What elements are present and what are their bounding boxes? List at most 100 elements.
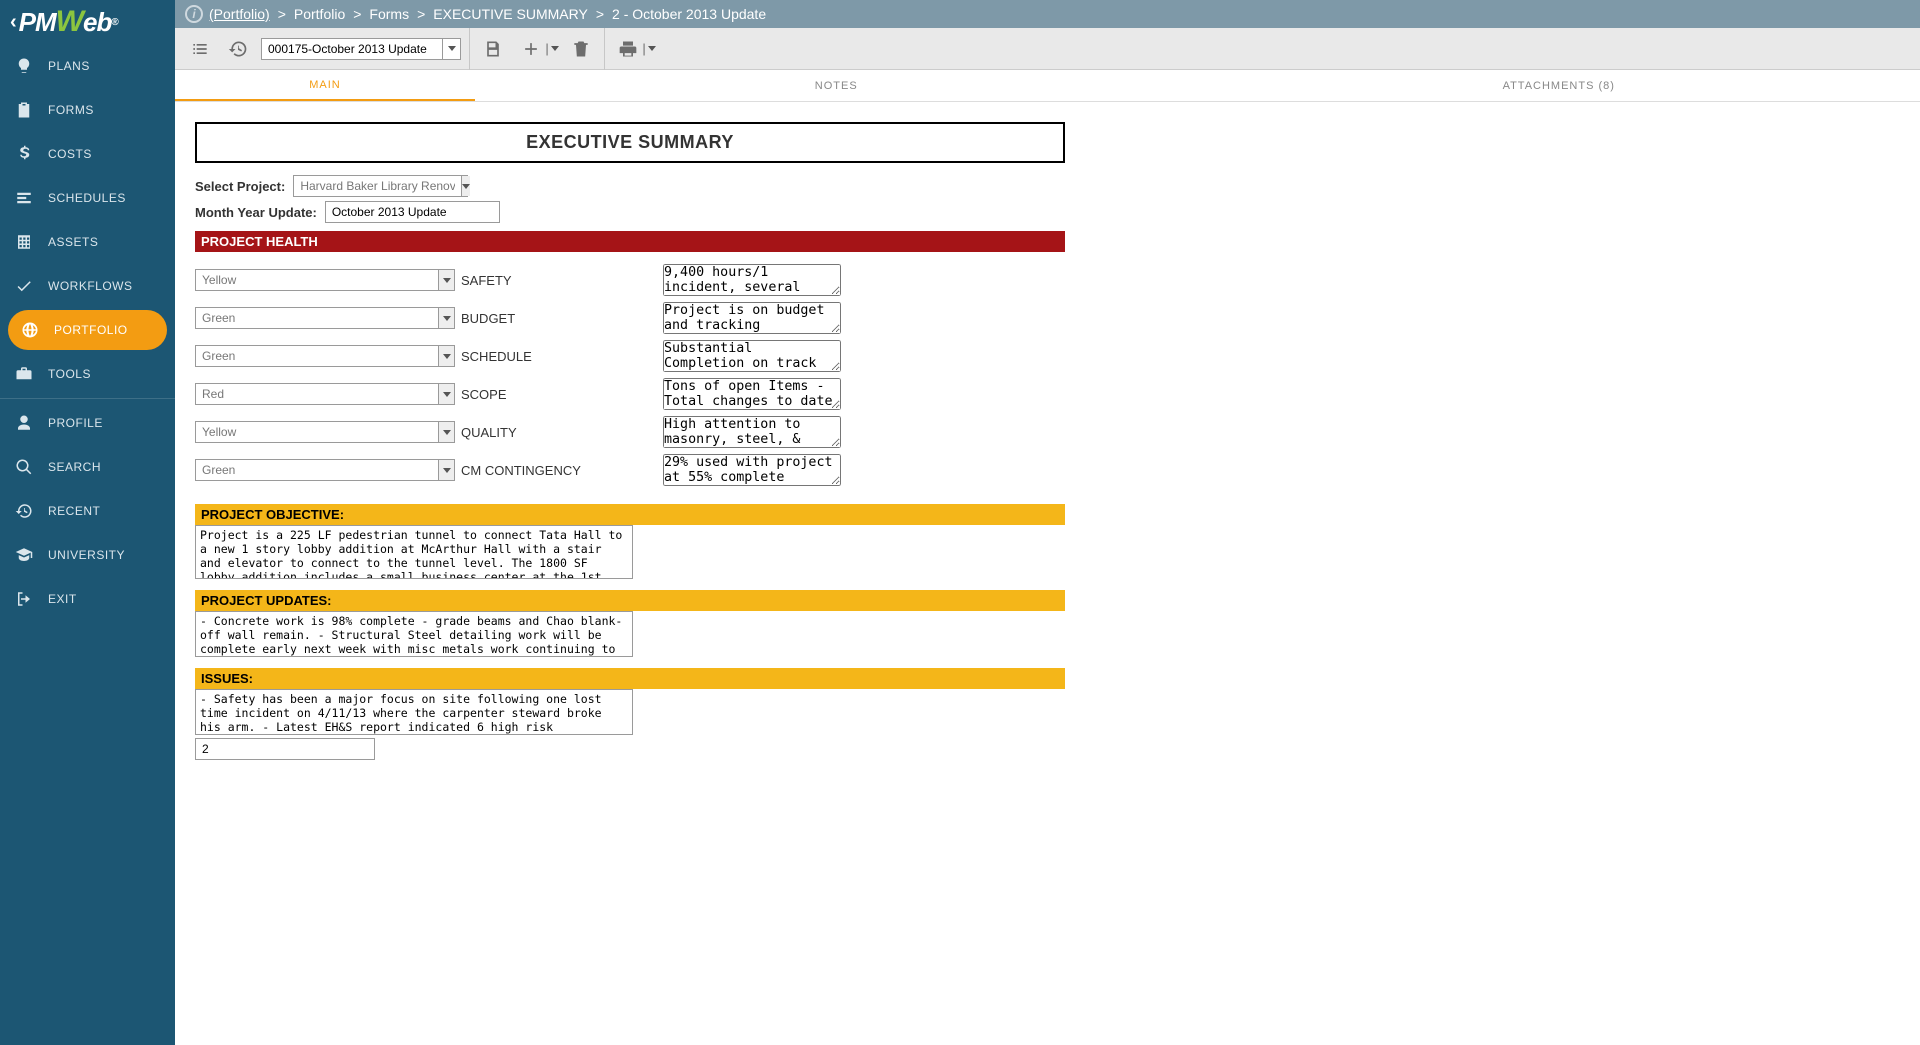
breadcrumb-sep: > <box>417 6 425 22</box>
sidebar-item-recent[interactable]: RECENT <box>0 489 175 533</box>
dropdown-icon[interactable] <box>438 384 454 404</box>
sidebar-item-tools[interactable]: TOOLS <box>0 352 175 396</box>
health-budget-combo[interactable] <box>195 307 455 329</box>
record-selector-input[interactable] <box>262 40 442 58</box>
print-icon[interactable] <box>613 34 643 64</box>
health-quality-note[interactable] <box>663 416 841 448</box>
sidebar-item-label: PROFILE <box>48 416 103 430</box>
list-icon[interactable] <box>185 34 215 64</box>
health-quality-combo[interactable] <box>195 421 455 443</box>
health-value-input[interactable] <box>196 385 438 403</box>
tabs: MAIN NOTES ATTACHMENTS (8) <box>175 70 1920 102</box>
sidebar-item-assets[interactable]: ASSETS <box>0 220 175 264</box>
health-value-input[interactable] <box>196 271 438 289</box>
print-dropdown-icon[interactable]: | <box>643 34 655 64</box>
trademark-icon: ® <box>111 17 118 28</box>
health-value-input[interactable] <box>196 461 438 479</box>
sidebar-item-plans[interactable]: PLANS <box>0 44 175 88</box>
select-project-input[interactable] <box>294 177 461 195</box>
toolbar: | | <box>175 28 1920 70</box>
logo[interactable]: ‹ PMWeb ® <box>0 0 175 44</box>
record-selector[interactable] <box>261 38 461 60</box>
sidebar-item-label: UNIVERSITY <box>48 548 125 562</box>
tab-label: ATTACHMENTS (8) <box>1503 80 1615 92</box>
health-safety-combo[interactable] <box>195 269 455 291</box>
history-icon[interactable] <box>223 34 253 64</box>
dropdown-icon[interactable] <box>461 176 470 196</box>
health-schedule-combo[interactable] <box>195 345 455 367</box>
toolbar-separator <box>469 28 470 70</box>
nav-separator <box>0 398 175 399</box>
health-safety-note[interactable] <box>663 264 841 296</box>
sidebar-item-label: SCHEDULES <box>48 191 126 205</box>
sidebar-item-university[interactable]: UNIVERSITY <box>0 533 175 577</box>
toolbox-icon <box>14 364 34 384</box>
sidebar-item-portfolio[interactable]: PORTFOLIO <box>8 310 167 350</box>
sidebar-item-label: ASSETS <box>48 235 98 249</box>
health-scope-combo[interactable] <box>195 383 455 405</box>
exit-icon <box>14 589 34 609</box>
breadcrumb-executive-summary[interactable]: EXECUTIVE SUMMARY <box>433 6 588 22</box>
dropdown-icon[interactable] <box>438 270 454 290</box>
sidebar-item-exit[interactable]: EXIT <box>0 577 175 621</box>
breadcrumb-current: 2 - October 2013 Update <box>612 6 766 22</box>
dropdown-icon[interactable] <box>438 308 454 328</box>
breadcrumb-portfolio[interactable]: Portfolio <box>294 6 345 22</box>
delete-icon[interactable] <box>566 34 596 64</box>
tab-label: NOTES <box>815 80 858 92</box>
tab-notes[interactable]: NOTES <box>475 70 1198 101</box>
toolbar-separator <box>604 28 605 70</box>
sidebar-item-profile[interactable]: PROFILE <box>0 401 175 445</box>
sidebar-item-label: PORTFOLIO <box>54 323 128 337</box>
logo-eb: eb <box>83 7 111 37</box>
sidebar-item-label: WORKFLOWS <box>48 279 133 293</box>
tab-main[interactable]: MAIN <box>175 70 475 101</box>
history-icon <box>14 501 34 521</box>
project-updates-text[interactable] <box>195 611 633 657</box>
nav-footer: PROFILE SEARCH RECENT UNIVERSITY EXIT <box>0 401 175 621</box>
sidebar-item-search[interactable]: SEARCH <box>0 445 175 489</box>
project-objective-text[interactable] <box>195 525 633 579</box>
logo-w: W <box>56 5 83 38</box>
sidebar-item-workflows[interactable]: WORKFLOWS <box>0 264 175 308</box>
health-schedule-note[interactable] <box>663 340 841 372</box>
save-icon[interactable] <box>478 34 508 64</box>
issues-text[interactable] <box>195 689 633 735</box>
health-value-input[interactable] <box>196 309 438 327</box>
add-icon[interactable] <box>516 34 546 64</box>
health-safety-label: SAFETY <box>461 273 512 288</box>
breadcrumb-forms[interactable]: Forms <box>369 6 409 22</box>
tab-attachments[interactable]: ATTACHMENTS (8) <box>1198 70 1920 101</box>
health-value-input[interactable] <box>196 423 438 441</box>
select-project-combo[interactable] <box>293 175 468 197</box>
health-contingency-combo[interactable] <box>195 459 455 481</box>
breadcrumb-root[interactable]: (Portfolio) <box>209 6 270 22</box>
bottom-number-input[interactable] <box>195 738 375 760</box>
health-scope-label: SCOPE <box>461 387 507 402</box>
lightbulb-icon <box>14 56 34 76</box>
globe-icon <box>20 320 40 340</box>
sidebar-item-label: SEARCH <box>48 460 101 474</box>
health-value-input[interactable] <box>196 347 438 365</box>
health-contingency-label: CM CONTINGENCY <box>461 463 581 478</box>
sidebar-item-costs[interactable]: COSTS <box>0 132 175 176</box>
breadcrumb-sep: > <box>353 6 361 22</box>
health-contingency-note[interactable] <box>663 454 841 486</box>
health-schedule-label: SCHEDULE <box>461 349 532 364</box>
form-title: EXECUTIVE SUMMARY <box>195 122 1065 163</box>
dropdown-icon[interactable] <box>442 39 460 59</box>
sidebar-item-forms[interactable]: FORMS <box>0 88 175 132</box>
dropdown-icon[interactable] <box>438 460 454 480</box>
info-icon[interactable]: i <box>185 5 203 23</box>
main-content: EXECUTIVE SUMMARY Select Project: Month … <box>175 102 1275 800</box>
month-year-input[interactable] <box>325 201 500 223</box>
dropdown-icon[interactable] <box>438 422 454 442</box>
select-project-label: Select Project: <box>195 179 285 194</box>
health-budget-note[interactable] <box>663 302 841 334</box>
add-dropdown-icon[interactable]: | <box>546 34 558 64</box>
sidebar-item-label: EXIT <box>48 592 77 606</box>
health-scope-note[interactable] <box>663 378 841 410</box>
issues-header: ISSUES: <box>195 668 1065 689</box>
sidebar-item-schedules[interactable]: SCHEDULES <box>0 176 175 220</box>
dropdown-icon[interactable] <box>438 346 454 366</box>
